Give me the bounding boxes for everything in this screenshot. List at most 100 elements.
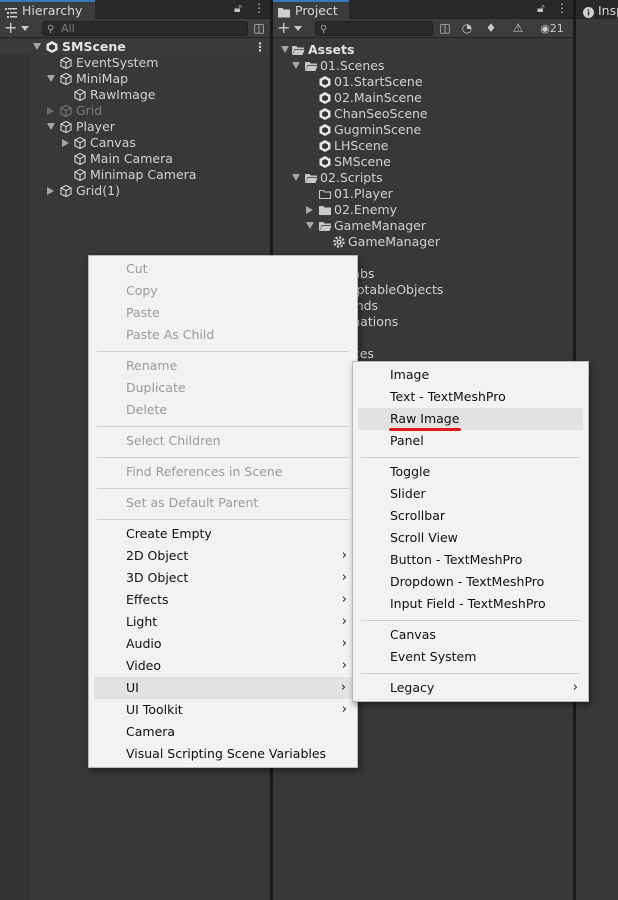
menu-item-scroll-view[interactable]: Scroll View — [353, 527, 588, 549]
gameobject-cube-icon — [59, 56, 73, 70]
expand-arrow-icon[interactable] — [33, 43, 41, 50]
menu-item-event-system[interactable]: Event System — [353, 646, 588, 668]
tree-label: 01.StartScene — [334, 74, 423, 89]
project-row-01-startscene[interactable]: 01.StartScene — [273, 74, 573, 90]
menu-item-panel[interactable]: Panel — [353, 430, 588, 452]
tree-row-grid[interactable]: Grid — [0, 103, 270, 119]
tree-row-main-camera[interactable]: Main Camera — [0, 151, 270, 167]
tree-label: EventSystem — [76, 55, 159, 70]
expand-arrow-icon[interactable] — [306, 222, 314, 229]
project-row-gamemanager-folder[interactable]: GameManager — [273, 218, 573, 234]
menu-item-3d-object[interactable]: 3D Object › — [89, 567, 357, 589]
create-dropdown-button[interactable]: + — [4, 19, 32, 37]
project-tabbar: Project 🔓︎ ⋮ — [273, 0, 573, 19]
search-scope-icon[interactable]: ◫ — [435, 21, 455, 36]
tree-row-player[interactable]: Player — [0, 119, 270, 135]
scene-search-icon[interactable]: ◫ — [249, 21, 269, 36]
tree-label: Grid(1) — [76, 183, 120, 198]
hidden-packages-toggle[interactable]: ◉21 — [535, 21, 569, 36]
menu-item-duplicate[interactable]: Duplicate — [89, 377, 357, 399]
lock-icon[interactable]: 🔓︎ — [537, 1, 545, 16]
menu-item-label: Canvas — [390, 627, 436, 642]
menu-item-visual-scripting-scene-variables[interactable]: Visual Scripting Scene Variables — [89, 743, 357, 765]
menu-item-button-textmeshpro[interactable]: Button - TextMeshPro — [353, 549, 588, 571]
kebab-icon[interactable]: ⋮ — [253, 1, 265, 15]
tree-row-minimap-camera[interactable]: Minimap Camera — [0, 167, 270, 183]
kebab-icon[interactable]: ⋮ — [254, 39, 266, 55]
tab-project[interactable]: Project — [273, 0, 349, 19]
tree-row-rawimage[interactable]: RawImage — [0, 87, 270, 103]
menu-item-light[interactable]: Light › — [89, 611, 357, 633]
menu-item-paste-as-child[interactable]: Paste As Child — [89, 324, 357, 346]
menu-item-scrollbar[interactable]: Scrollbar — [353, 505, 588, 527]
expand-arrow-icon[interactable] — [281, 46, 289, 53]
menu-item-label: Button - TextMeshPro — [390, 552, 523, 567]
project-row-01-scenes[interactable]: 01.Scenes — [273, 58, 573, 74]
search-icon: ⚲ — [47, 24, 55, 35]
menu-item-canvas[interactable]: Canvas — [353, 624, 588, 646]
menu-item-toggle[interactable]: Toggle — [353, 461, 588, 483]
menu-item-set-default-parent[interactable]: Set as Default Parent — [89, 492, 357, 514]
menu-item-ui[interactable]: UI › — [94, 677, 356, 699]
project-row-02-scripts[interactable]: 02.Scripts — [273, 170, 573, 186]
expand-arrow-icon[interactable] — [306, 206, 313, 214]
menu-item-paste[interactable]: Paste — [89, 302, 357, 324]
menu-item-video[interactable]: Video › — [89, 655, 357, 677]
expand-arrow-icon[interactable] — [47, 75, 55, 82]
tree-row-canvas[interactable]: Canvas — [0, 135, 270, 151]
menu-item-label: Find References in Scene — [126, 464, 283, 479]
menu-item-delete[interactable]: Delete — [89, 399, 357, 421]
expand-arrow-icon[interactable] — [62, 139, 69, 147]
menu-item-cut[interactable]: Cut — [89, 258, 357, 280]
project-row-02-mainscene[interactable]: 02.MainScene — [273, 90, 573, 106]
menu-item-dropdown-textmeshpro[interactable]: Dropdown - TextMeshPro — [353, 571, 588, 593]
project-row-gamemanager-script[interactable]: GameManager — [273, 234, 573, 250]
label-tag-icon[interactable]: ♦ — [481, 21, 501, 36]
menu-item-audio[interactable]: Audio › — [89, 633, 357, 655]
expand-arrow-icon[interactable] — [47, 123, 55, 130]
tree-row-grid-1[interactable]: Grid(1) — [0, 183, 270, 199]
menu-item-select-children[interactable]: Select Children — [89, 430, 357, 452]
warning-icon[interactable]: ⚠ — [508, 21, 528, 36]
create-dropdown-button[interactable]: + — [277, 19, 305, 37]
project-row-smscene[interactable]: SMScene — [273, 154, 573, 170]
expand-arrow-icon[interactable] — [47, 107, 54, 115]
project-row-02-enemy[interactable]: 02.Enemy — [273, 202, 573, 218]
menu-item-rename[interactable]: Rename — [89, 355, 357, 377]
tree-label: Assets — [308, 42, 355, 57]
gameobject-cube-icon — [73, 136, 87, 150]
kebab-icon[interactable]: ⋮ — [556, 1, 568, 15]
project-search-input[interactable]: ⚲ — [315, 21, 433, 36]
tab-inspector[interactable]: Insp — [578, 0, 618, 19]
menu-item-slider[interactable]: Slider — [353, 483, 588, 505]
project-row-lhscene[interactable]: LHScene — [273, 138, 573, 154]
tree-row-minimap[interactable]: MiniMap — [0, 71, 270, 87]
filter-type-icon[interactable]: ◔ — [457, 21, 477, 36]
menu-item-input-field-textmeshpro[interactable]: Input Field - TextMeshPro — [353, 593, 588, 615]
menu-item-legacy[interactable]: Legacy › — [353, 677, 588, 699]
menu-item-ui-toolkit[interactable]: UI Toolkit › — [89, 699, 357, 721]
project-row-01-player[interactable]: 01.Player — [273, 186, 573, 202]
expand-arrow-icon[interactable] — [292, 62, 300, 69]
menu-item-copy[interactable]: Copy — [89, 280, 357, 302]
menu-item-2d-object[interactable]: 2D Object › — [89, 545, 357, 567]
tree-row-smscene[interactable]: SMScene ⋮ — [0, 39, 270, 55]
menu-item-camera[interactable]: Camera — [89, 721, 357, 743]
menu-item-label: Toggle — [390, 464, 431, 479]
expand-arrow-icon[interactable] — [292, 174, 300, 181]
expand-arrow-icon[interactable] — [47, 187, 54, 195]
tab-hierarchy[interactable]: Hierarchy — [0, 0, 95, 19]
menu-item-image[interactable]: Image — [353, 364, 588, 386]
project-row-assets[interactable]: Assets — [273, 42, 573, 58]
menu-item-label: Light — [126, 614, 158, 629]
tree-row-eventsystem[interactable]: EventSystem — [0, 55, 270, 71]
menu-item-text-textmeshpro[interactable]: Text - TextMeshPro — [353, 386, 588, 408]
menu-item-raw-image[interactable]: Raw Image — [358, 408, 583, 430]
menu-item-create-empty[interactable]: Create Empty — [89, 523, 357, 545]
menu-item-find-references[interactable]: Find References in Scene — [89, 461, 357, 483]
project-row-gugminscene[interactable]: GugminScene — [273, 122, 573, 138]
menu-item-effects[interactable]: Effects › — [89, 589, 357, 611]
hierarchy-search-input[interactable]: ⚲ All — [42, 21, 248, 36]
project-row-chanseoscene[interactable]: ChanSeoScene — [273, 106, 573, 122]
lock-icon[interactable]: 🔓︎ — [234, 1, 242, 16]
